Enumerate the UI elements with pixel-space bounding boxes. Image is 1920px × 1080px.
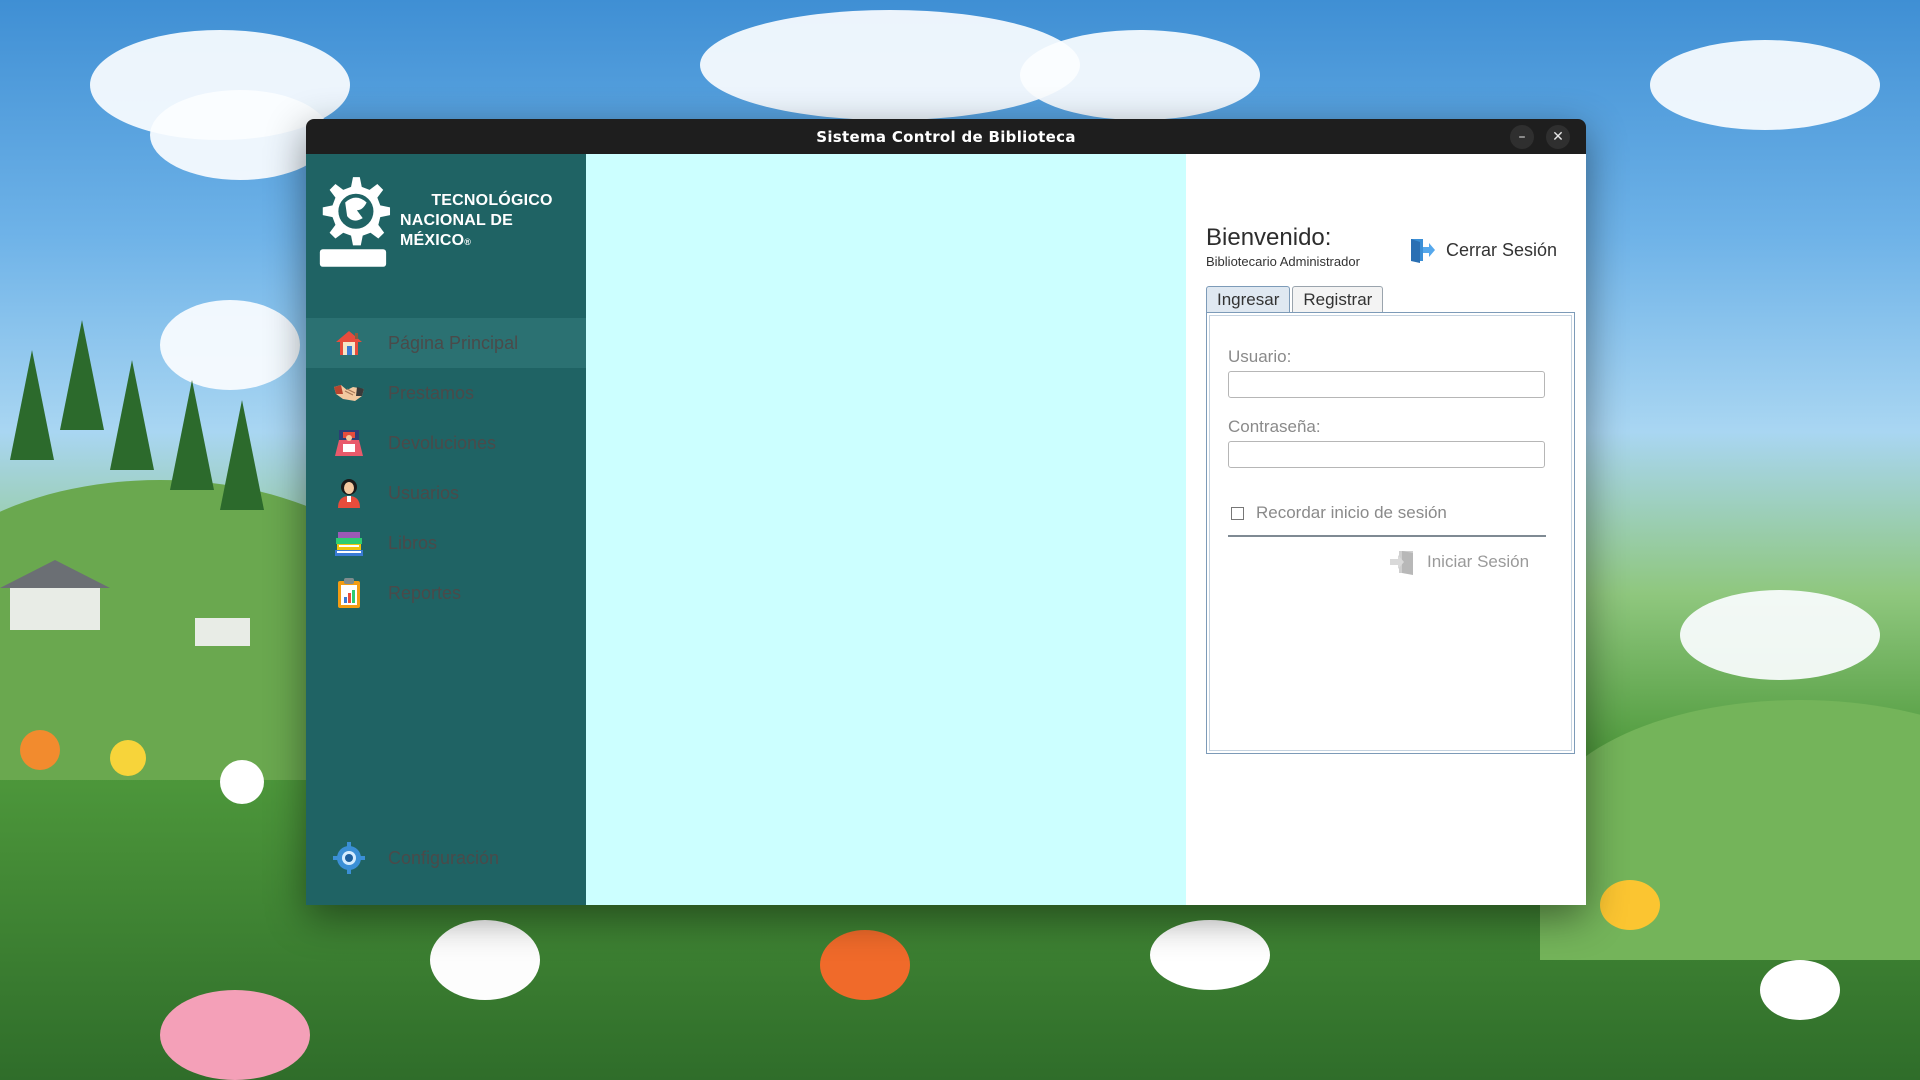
password-label: Contraseña:: [1228, 417, 1321, 436]
logout-label: Cerrar Sesión: [1446, 239, 1558, 260]
logout-button[interactable]: Cerrar Sesión: [1408, 236, 1557, 264]
config-row[interactable]: Configuración: [306, 833, 586, 883]
login-form: Usuario: Contraseña: Recordar inicio de …: [1206, 312, 1575, 754]
return-icon: [332, 426, 366, 460]
login-panel: Bienvenido: Bibliotecario Administrador …: [1186, 154, 1586, 905]
sidebar: TECNOLÓGICO NACIONAL DE MÉXICO® Página P…: [306, 154, 586, 905]
window-title: Sistema Control de Biblioteca: [816, 127, 1076, 146]
sidebar-item-pagina-principal[interactable]: Página Principal: [306, 318, 586, 368]
sidebar-item-configuracion[interactable]: Configuración: [306, 833, 586, 883]
username-label: Usuario:: [1228, 347, 1292, 366]
client-area: TECNOLÓGICO NACIONAL DE MÉXICO® Página P…: [306, 154, 1586, 905]
tecnm-gear-icon: [319, 177, 391, 267]
tab-ingresar[interactable]: Ingresar: [1206, 286, 1291, 313]
registered-mark: ®: [464, 236, 472, 247]
remember-me-label: Recordar inicio de sesión: [1256, 503, 1447, 522]
handshake-icon: [332, 376, 366, 410]
remember-me-checkbox[interactable]: Recordar inicio de sesión: [1231, 503, 1447, 523]
minimize-icon: –: [1518, 129, 1526, 145]
user-role: Bibliotecario Administrador: [1206, 254, 1360, 269]
tab-registrar[interactable]: Registrar: [1292, 286, 1384, 313]
clipboard-icon: [332, 576, 366, 610]
welcome-heading: Bienvenido:: [1206, 224, 1332, 251]
sidebar-item-label: Devoluciones: [388, 432, 497, 453]
logout-icon: [1411, 239, 1435, 263]
app-window: Sistema Control de Biblioteca – ✕ TECNOL…: [306, 119, 1586, 905]
sidebar-item-label: Usuarios: [388, 482, 460, 503]
checkbox-box[interactable]: [1231, 506, 1244, 520]
auth-tabs: Ingresar Registrar: [1206, 286, 1385, 313]
sidebar-item-label: Libros: [388, 532, 438, 553]
password-input[interactable]: [1228, 441, 1545, 468]
logo-line2: NACIONAL DE MÉXICO: [399, 211, 513, 249]
sidebar-item-prestamos[interactable]: Prestamos: [306, 368, 586, 418]
minimize-button[interactable]: –: [1510, 125, 1534, 149]
user-icon: [332, 476, 366, 510]
config-label: Configuración: [388, 847, 500, 868]
login-icon: [1390, 551, 1413, 575]
close-button[interactable]: ✕: [1546, 125, 1570, 149]
sidebar-item-devoluciones[interactable]: Devoluciones: [306, 418, 586, 468]
gear-icon: [332, 841, 366, 875]
form-divider: [1228, 535, 1546, 537]
sidebar-item-label: Reportes: [388, 582, 462, 603]
main-content-area: [586, 154, 1186, 905]
logo-line1: TECNOLÓGICO: [431, 191, 553, 209]
tecnm-logo: TECNOLÓGICO NACIONAL DE MÉXICO®: [314, 166, 584, 276]
username-input[interactable]: [1228, 371, 1545, 398]
close-icon: ✕: [1552, 129, 1564, 145]
sidebar-item-libros[interactable]: Libros: [306, 518, 586, 568]
login-button[interactable]: Iniciar Sesión: [1389, 549, 1529, 575]
sidebar-nav: Página Principal Prestamos Devoluciones: [306, 318, 586, 618]
home-icon: [332, 326, 366, 360]
title-bar[interactable]: Sistema Control de Biblioteca – ✕: [306, 119, 1586, 154]
sidebar-item-reportes[interactable]: Reportes: [306, 568, 586, 618]
login-button-label: Iniciar Sesión: [1427, 552, 1530, 571]
books-icon: [332, 526, 366, 560]
sidebar-item-label: Prestamos: [388, 382, 475, 403]
sidebar-item-label: Página Principal: [388, 332, 519, 353]
sidebar-item-usuarios[interactable]: Usuarios: [306, 468, 586, 518]
